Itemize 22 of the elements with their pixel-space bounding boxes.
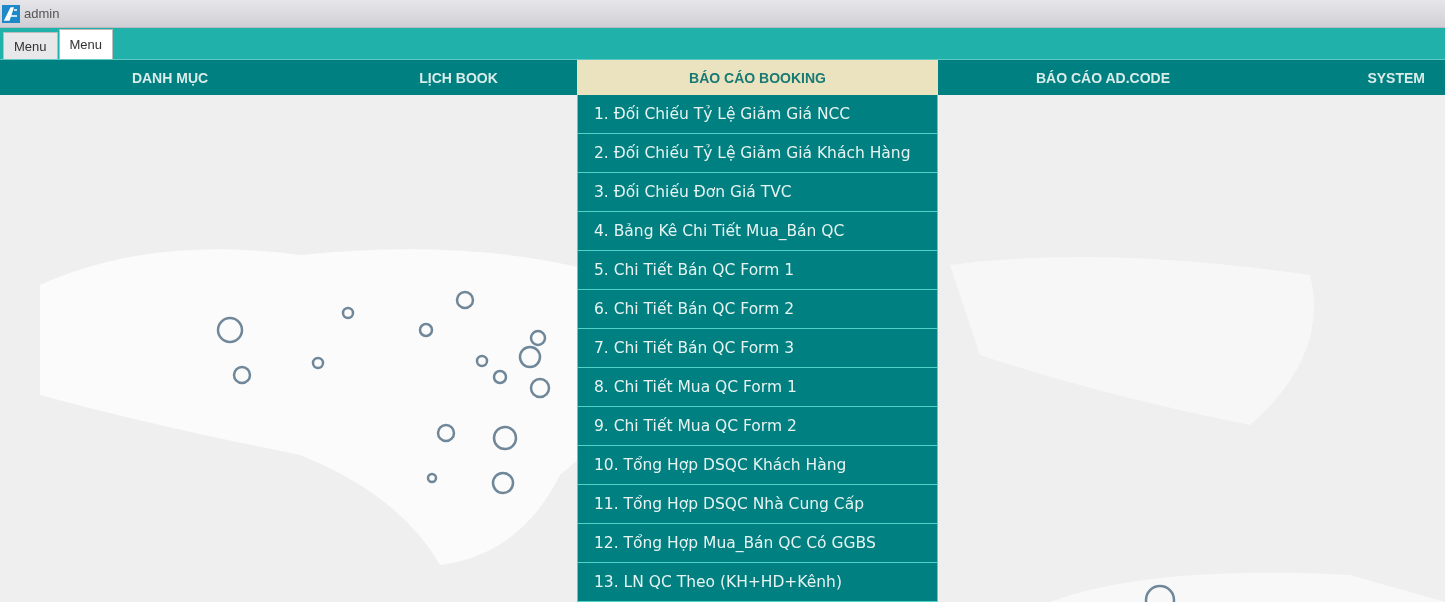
tab[interactable]: Menu bbox=[3, 32, 58, 59]
dropdown-menu-item[interactable]: 4. Bảng Kê Chi Tiết Mua_Bán QC bbox=[577, 212, 938, 251]
dropdown-menu-item[interactable]: 3. Đối Chiếu Đơn Giá TVC bbox=[577, 173, 938, 212]
nav-menu-item[interactable]: LỊCH BOOK bbox=[340, 60, 577, 95]
dropdown-menu-item[interactable]: 8. Chi Tiết Mua QC Form 1 bbox=[577, 368, 938, 407]
tab[interactable]: Menu bbox=[58, 29, 114, 59]
dropdown-menu-item[interactable]: 10. Tổng Hợp DSQC Khách Hàng bbox=[577, 446, 938, 485]
dropdown-menu-item[interactable]: 2. Đối Chiếu Tỷ Lệ Giảm Giá Khách Hàng bbox=[577, 134, 938, 173]
dropdown-menu-item[interactable]: 5. Chi Tiết Bán QC Form 1 bbox=[577, 251, 938, 290]
dropdown-menu-item[interactable]: 13. LN QC Theo (KH+HD+Kênh) bbox=[577, 563, 938, 602]
dropdown-menu-item[interactable]: 12. Tổng Hợp Mua_Bán QC Có GGBS bbox=[577, 524, 938, 563]
nav-menu-item[interactable]: SYSTEM bbox=[1268, 60, 1445, 95]
app-logo-icon bbox=[2, 4, 20, 23]
window-title: admin bbox=[24, 6, 60, 21]
nav-menu-item[interactable]: BÁO CÁO BOOKING bbox=[577, 60, 938, 95]
dropdown-menu-item[interactable]: 9. Chi Tiết Mua QC Form 2 bbox=[577, 407, 938, 446]
nav-menu-item[interactable]: BÁO CÁO AD.CODE bbox=[938, 60, 1268, 95]
nav-menu-item[interactable]: DANH MỤC bbox=[0, 60, 340, 95]
dropdown-menu-item[interactable]: 1. Đối Chiếu Tỷ Lệ Giảm Giá NCC bbox=[577, 95, 938, 134]
dropdown-menu-item[interactable]: 11. Tổng Hợp DSQC Nhà Cung Cấp bbox=[577, 485, 938, 524]
dropdown-menu-item[interactable]: 6. Chi Tiết Bán QC Form 2 bbox=[577, 290, 938, 329]
dropdown-menu-item[interactable]: 7. Chi Tiết Bán QC Form 3 bbox=[577, 329, 938, 368]
